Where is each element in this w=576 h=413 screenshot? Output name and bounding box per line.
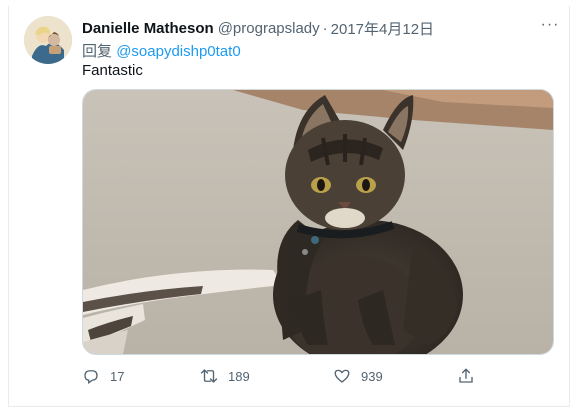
reply-prefix: 回复 — [82, 43, 113, 60]
tweet-card[interactable]: Danielle Matheson @prograpslady · 2017年4… — [8, 6, 570, 407]
heart-icon — [334, 369, 350, 383]
author-name[interactable]: Danielle Matheson — [82, 20, 214, 37]
share-button[interactable] — [457, 364, 485, 388]
reply-button[interactable]: 17 — [82, 364, 124, 388]
reply-mention-link[interactable]: @soapydishp0tat0 — [116, 43, 240, 60]
cat-photo — [83, 90, 553, 354]
like-count: 939 — [361, 368, 383, 384]
retweet-icon — [200, 369, 218, 383]
share-icon — [459, 368, 473, 383]
like-button[interactable]: 939 — [333, 364, 383, 388]
tweet-actions: 17 189 939 — [82, 364, 482, 388]
reply-count: 17 — [110, 368, 125, 384]
tweet-media[interactable] — [82, 89, 554, 355]
tweet-date[interactable]: 2017年4月12日 — [331, 18, 434, 39]
retweet-count: 189 — [228, 368, 250, 384]
separator: · — [322, 19, 328, 37]
retweet-button[interactable]: 189 — [200, 364, 250, 388]
avatar-image — [24, 16, 72, 64]
avatar[interactable] — [24, 16, 72, 64]
tweet-header: Danielle Matheson @prograpslady · 2017年4… — [82, 18, 549, 38]
tweet-text: Fantastic — [82, 62, 143, 79]
author-handle[interactable]: @prograpslady — [218, 20, 320, 37]
reply-context: 回复 @soapydishp0tat0 — [82, 40, 241, 61]
reply-icon — [84, 370, 98, 385]
more-icon[interactable]: ··· — [539, 14, 561, 36]
